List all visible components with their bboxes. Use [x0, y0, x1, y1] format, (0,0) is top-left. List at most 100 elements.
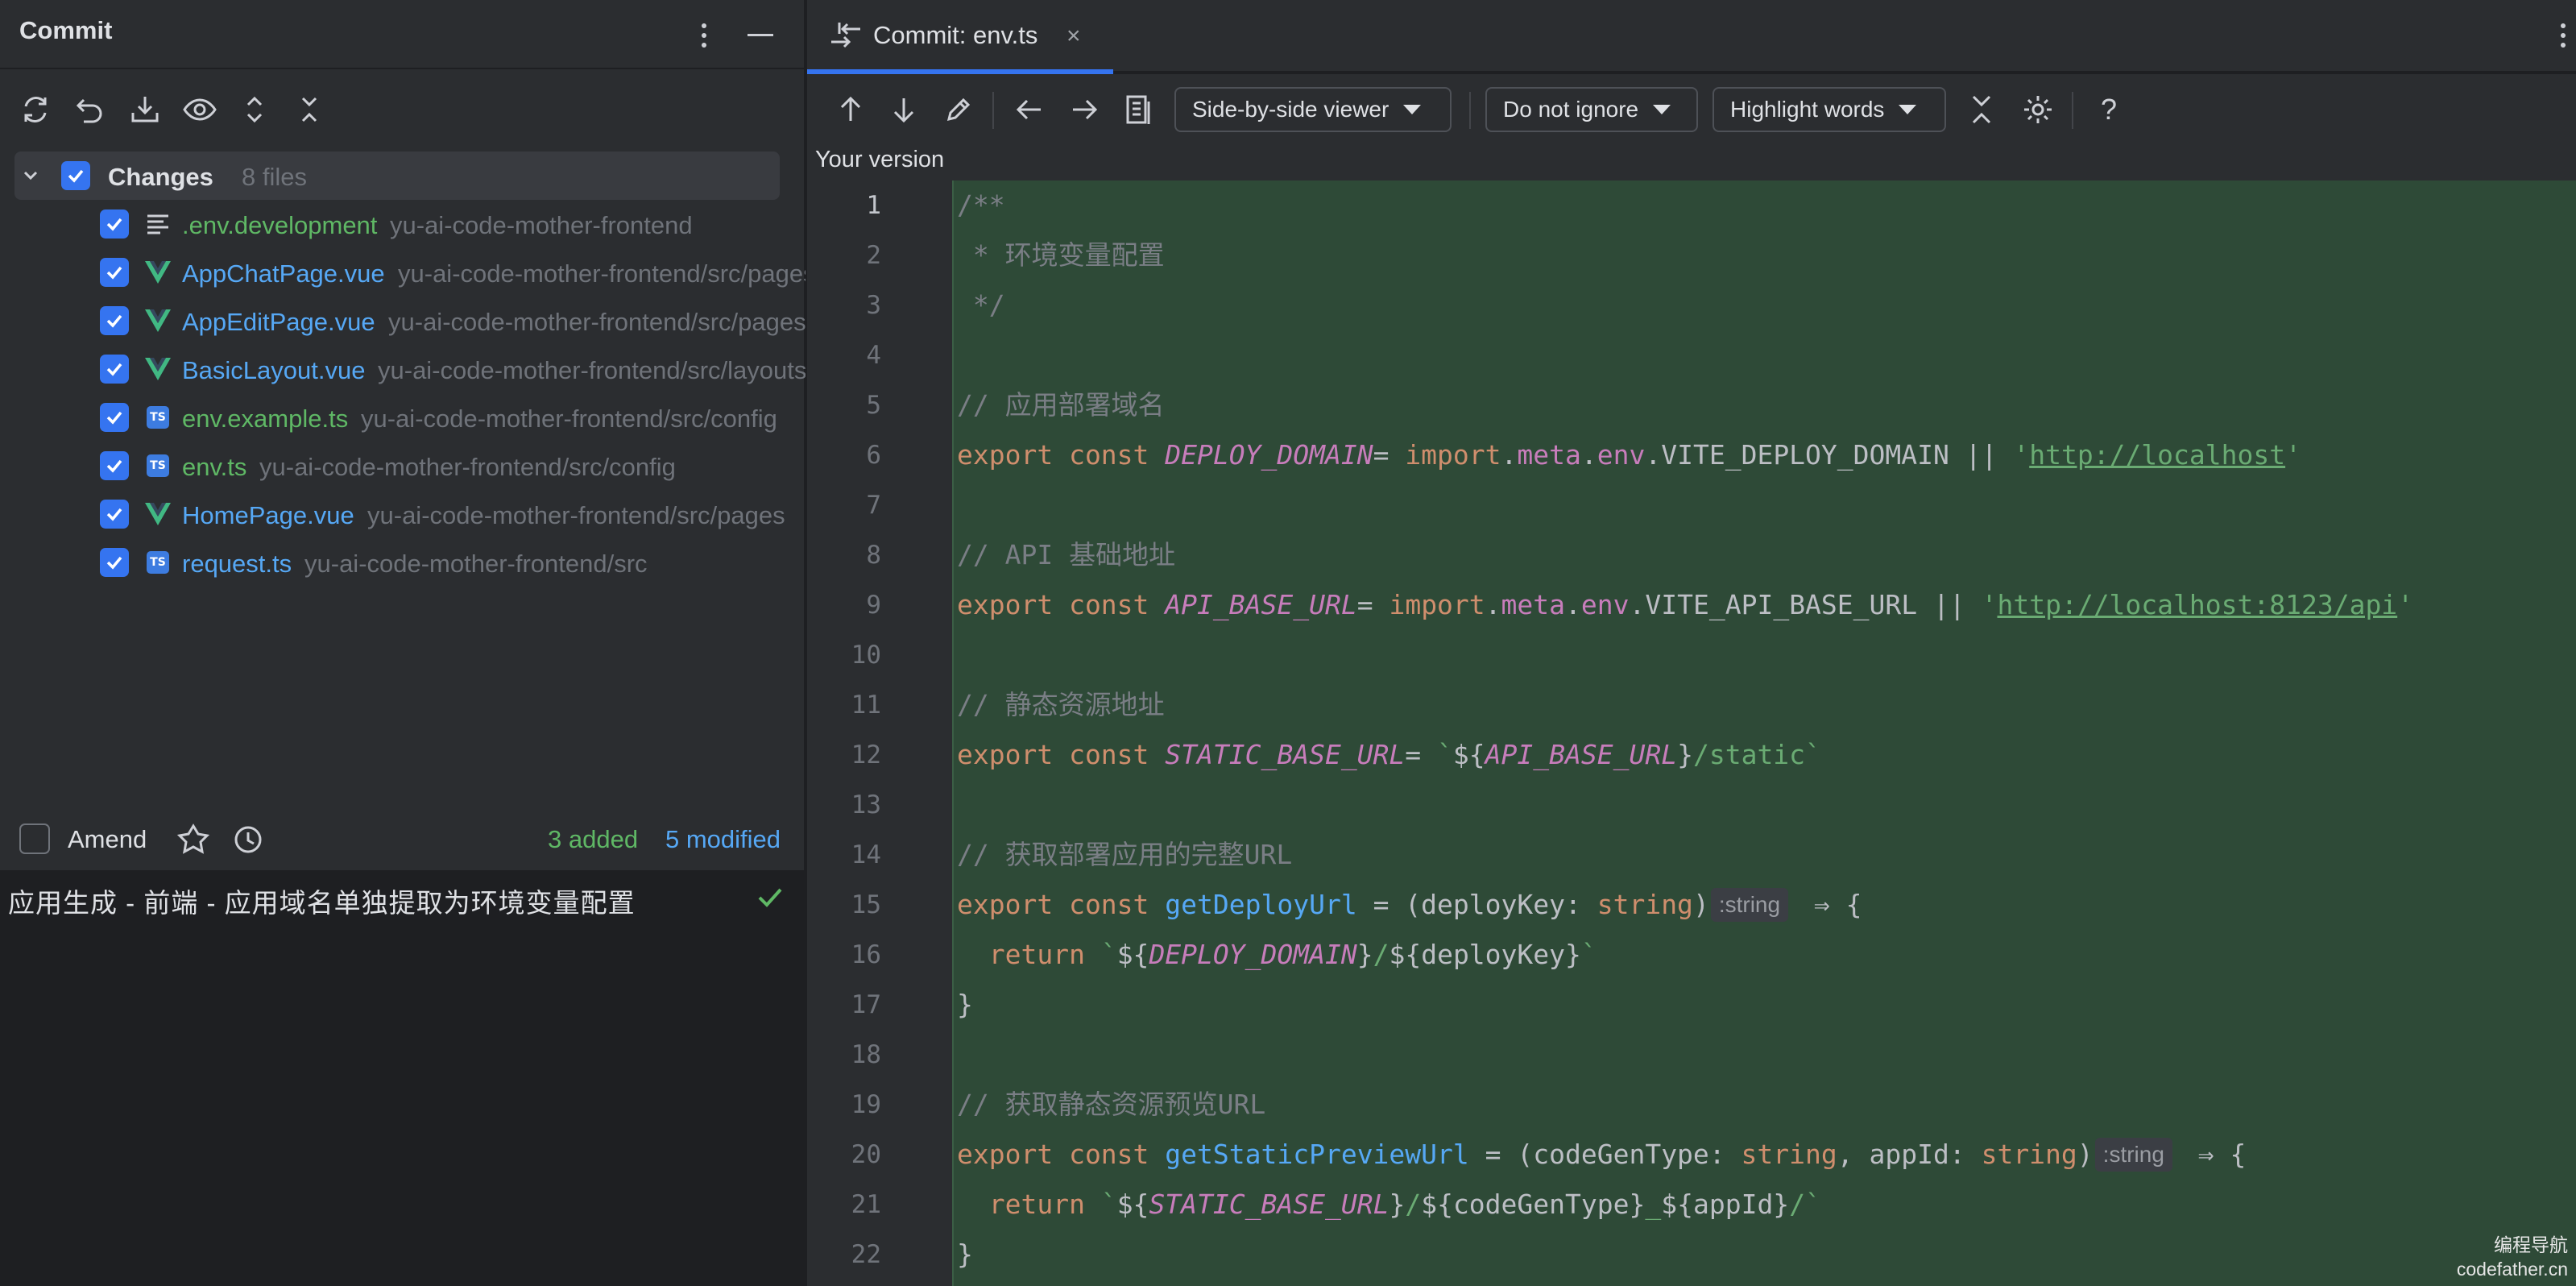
check-icon [106, 411, 122, 425]
viewer-mode-select[interactable]: Side-by-side viewer [1174, 87, 1452, 132]
type-hint: :string [1710, 888, 1789, 922]
commit-panel: Commit Changes 8 files .env.development … [0, 0, 806, 1286]
code-line: 5 // 应用部署域名 [807, 380, 2576, 430]
file-path: yu-ai-code-mother-frontend/src/pages/app [398, 259, 806, 288]
added-count: 3 added [548, 825, 639, 853]
prev-file-button[interactable] [1010, 90, 1049, 129]
code-token: ' [1981, 589, 1998, 620]
code-text: // 获取静态资源预览URL [957, 1080, 1265, 1130]
code-token: } [1389, 1189, 1406, 1220]
file-checkbox[interactable] [100, 355, 129, 384]
edit-source-button[interactable] [939, 90, 978, 129]
file-row[interactable]: TS env.example.ts yu-ai-code-mother-fronte… [0, 393, 806, 442]
file-row[interactable]: BasicLayout.vue yu-ai-code-mother-fronten… [0, 345, 806, 393]
file-row[interactable]: TS env.ts yu-ai-code-mother-frontend/src/c… [0, 442, 806, 490]
code-token: ` [1100, 939, 1117, 970]
file-row[interactable]: .env.development yu-ai-code-mother-fronte… [0, 200, 806, 248]
changes-checkbox[interactable] [61, 161, 90, 190]
next-diff-button[interactable] [884, 90, 923, 129]
chevron-down-icon[interactable] [21, 166, 40, 189]
code-line: 7 [807, 480, 2576, 530]
gear-icon [2024, 96, 2052, 123]
code-text: export const getStaticPreviewUrl = (code… [957, 1130, 2246, 1180]
file-row[interactable]: AppEditPage.vue yu-ai-code-mother-fronten… [0, 297, 806, 345]
tab-close-icon[interactable]: × [1066, 23, 1081, 50]
ide-window: Commit Changes 8 files .env.development … [0, 0, 2576, 1286]
code-token: / [1405, 1189, 1422, 1220]
file-checkbox[interactable] [100, 403, 129, 432]
file-checkbox[interactable] [100, 258, 129, 287]
file-checkbox[interactable] [100, 306, 129, 335]
code-token: } [1356, 939, 1373, 970]
file-checkbox[interactable] [100, 209, 129, 239]
diff-tab-icon [828, 19, 863, 56]
refresh-icon [24, 97, 47, 122]
toolbar-separator [2072, 92, 2073, 129]
code-line: 19 // 获取静态资源预览URL [807, 1080, 2576, 1130]
file-checkbox[interactable] [100, 548, 129, 577]
tab-more-icon[interactable] [2560, 23, 2566, 52]
file-checkbox[interactable] [100, 500, 129, 529]
changes-count: 8 files [242, 163, 307, 191]
code-token: STATIC_BASE_URL [1165, 739, 1406, 770]
code-line: 14 // 获取部署应用的完整URL [807, 830, 2576, 880]
editor-tabbar: Commit: env.ts × [807, 0, 2576, 74]
code-token: meta [1517, 439, 1581, 471]
show-diff-button[interactable] [180, 90, 219, 129]
changes-group-row[interactable]: Changes 8 files [14, 151, 780, 200]
commit-message-text[interactable]: 应用生成 - 前端 - 应用域名单独提取为环境变量配置 [8, 882, 636, 920]
commit-message-editor[interactable]: 应用生成 - 前端 - 应用域名单独提取为环境变量配置 [0, 870, 806, 1286]
file-name: env.ts [182, 453, 247, 481]
amend-checkbox[interactable] [19, 823, 50, 854]
file-checkbox[interactable] [100, 451, 129, 480]
code-editor[interactable]: 1/** 2 * 环境变量配置 3 */4 5// 应用部署域名 6 export con… [807, 180, 2576, 1286]
ai-assistant-button[interactable] [176, 822, 211, 857]
file-row[interactable]: AppChatPage.vue yu-ai-code-mother-fronten… [0, 248, 806, 297]
code-text: /** [957, 180, 1005, 230]
file-path: yu-ai-code-mother-frontend [390, 211, 693, 239]
file-name: BasicLayout.vue [182, 356, 366, 384]
rollback-button[interactable] [71, 90, 110, 129]
code-token: meta [1501, 589, 1566, 620]
watermark-line-2: codefather.cn [2456, 1259, 2568, 1280]
expand-all-button[interactable] [235, 90, 274, 129]
code-text: export const STATIC_BASE_URL= `${API_BAS… [957, 730, 1821, 780]
check-icon [106, 218, 122, 231]
help-button[interactable]: ? [2089, 90, 2128, 129]
more-options-button[interactable] [686, 18, 722, 53]
code-line: 22} [807, 1230, 2576, 1280]
highlight-mode-select[interactable]: Highlight words [1713, 87, 1946, 132]
code-text: // 静态资源地址 [957, 680, 1165, 730]
code-token: string [1597, 889, 1693, 920]
collapse-all-button[interactable] [290, 90, 329, 129]
prev-diff-button[interactable] [831, 90, 870, 129]
check-icon [106, 556, 122, 570]
file-row[interactable]: HomePage.vue yu-ai-code-mother-frontend/s… [0, 490, 806, 538]
shelve-button[interactable] [126, 90, 164, 129]
settings-button[interactable] [2019, 90, 2057, 129]
code-token: export const [957, 739, 1166, 770]
code-line: 17} [807, 980, 2576, 1030]
code-token: , appId: [1837, 1139, 1982, 1170]
code-text: export const API_BASE_URL= import.meta.e… [957, 580, 2413, 630]
code-token: = [1373, 439, 1406, 471]
refresh-button[interactable] [16, 90, 55, 129]
collapse-unchanged-button[interactable] [1962, 90, 2001, 129]
line-number: 22 [851, 1240, 881, 1269]
file-row[interactable]: TS request.ts yu-ai-code-mother-frontend/s… [0, 538, 806, 587]
history-button[interactable] [230, 822, 266, 857]
file-path: yu-ai-code-mother-frontend/src/config [361, 404, 777, 433]
code-line: 15 export const getDeployUrl = (deployKey… [807, 880, 2576, 930]
minimize-icon [748, 34, 773, 36]
next-file-button[interactable] [1065, 90, 1104, 129]
minimize-button[interactable] [743, 18, 778, 53]
code-line: 3 */ [807, 280, 2576, 330]
code-token: } [957, 1238, 973, 1270]
ignore-whitespace-select[interactable]: Do not ignore [1485, 87, 1698, 132]
tab-commit-env-ts[interactable]: Commit: env.ts × [807, 0, 1113, 74]
code-token: export const [957, 1139, 1166, 1170]
line-number: 4 [866, 341, 881, 370]
code-line: 16 return `${DEPLOY_DOMAIN}/${deployKey}… [807, 930, 2576, 980]
file-list-button[interactable] [1120, 90, 1158, 129]
code-token: ' [2397, 589, 2414, 620]
